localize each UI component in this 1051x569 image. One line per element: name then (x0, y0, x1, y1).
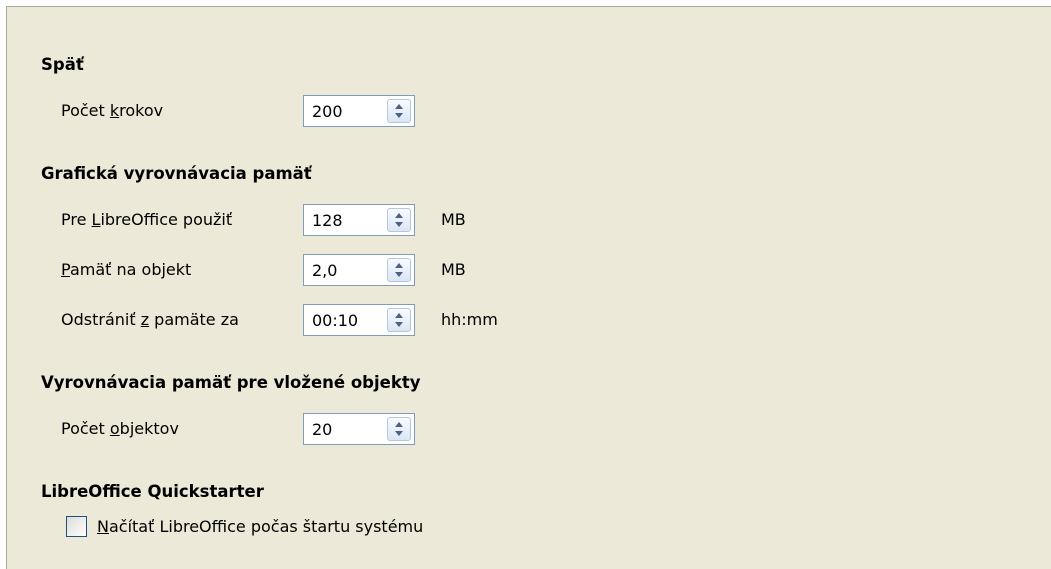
spin-up-icon[interactable] (395, 263, 403, 268)
quickstarter-section-title: LibreOffice Quickstarter (41, 482, 264, 501)
undo-steps-spinbox[interactable]: 200 (303, 95, 415, 127)
spin-down-icon[interactable] (395, 322, 403, 327)
spin-up-icon[interactable] (395, 213, 403, 218)
load-at-startup-checkbox[interactable] (66, 516, 87, 537)
spin-up-icon[interactable] (395, 422, 403, 427)
spin-buttons[interactable] (387, 208, 411, 232)
spin-buttons[interactable] (387, 99, 411, 123)
use-for-label: Pre LibreOffice použiť (61, 210, 233, 229)
spin-buttons[interactable] (387, 308, 411, 332)
per-object-spinbox[interactable]: 2,0 (303, 254, 415, 286)
objects-count-label: Počet objektov (61, 419, 179, 438)
per-object-value[interactable]: 2,0 (312, 261, 337, 280)
undo-steps-value[interactable]: 200 (312, 102, 343, 121)
use-for-value[interactable]: 128 (312, 211, 343, 230)
objects-count-value[interactable]: 20 (312, 420, 332, 439)
spin-up-icon[interactable] (395, 104, 403, 109)
spin-buttons[interactable] (387, 417, 411, 441)
load-at-startup-label[interactable]: Načítať LibreOffice počas štartu systému (97, 517, 423, 536)
objects-count-spinbox[interactable]: 20 (303, 413, 415, 445)
spin-down-icon[interactable] (395, 431, 403, 436)
remove-after-spinbox[interactable]: 00:10 (303, 304, 415, 336)
remove-after-label: Odstrániť z pamäte za (61, 310, 239, 329)
embedded-cache-section-title: Vyrovnávacia pamäť pre vložené objekty (41, 373, 421, 392)
options-panel: Späť Počet krokov 200 Grafická vyrovnáva… (6, 6, 1051, 569)
spin-down-icon[interactable] (395, 222, 403, 227)
undo-steps-label: Počet krokov (61, 101, 164, 120)
spin-buttons[interactable] (387, 258, 411, 282)
remove-after-unit: hh:mm (441, 310, 498, 329)
undo-section-title: Späť (41, 55, 84, 74)
use-for-spinbox[interactable]: 128 (303, 204, 415, 236)
use-for-unit: MB (441, 210, 466, 229)
per-object-unit: MB (441, 260, 466, 279)
spin-down-icon[interactable] (395, 113, 403, 118)
per-object-label: Pamäť na objekt (61, 260, 192, 279)
graphics-cache-section-title: Grafická vyrovnávacia pamäť (41, 164, 312, 183)
remove-after-value[interactable]: 00:10 (312, 311, 358, 330)
spin-up-icon[interactable] (395, 313, 403, 318)
spin-down-icon[interactable] (395, 272, 403, 277)
